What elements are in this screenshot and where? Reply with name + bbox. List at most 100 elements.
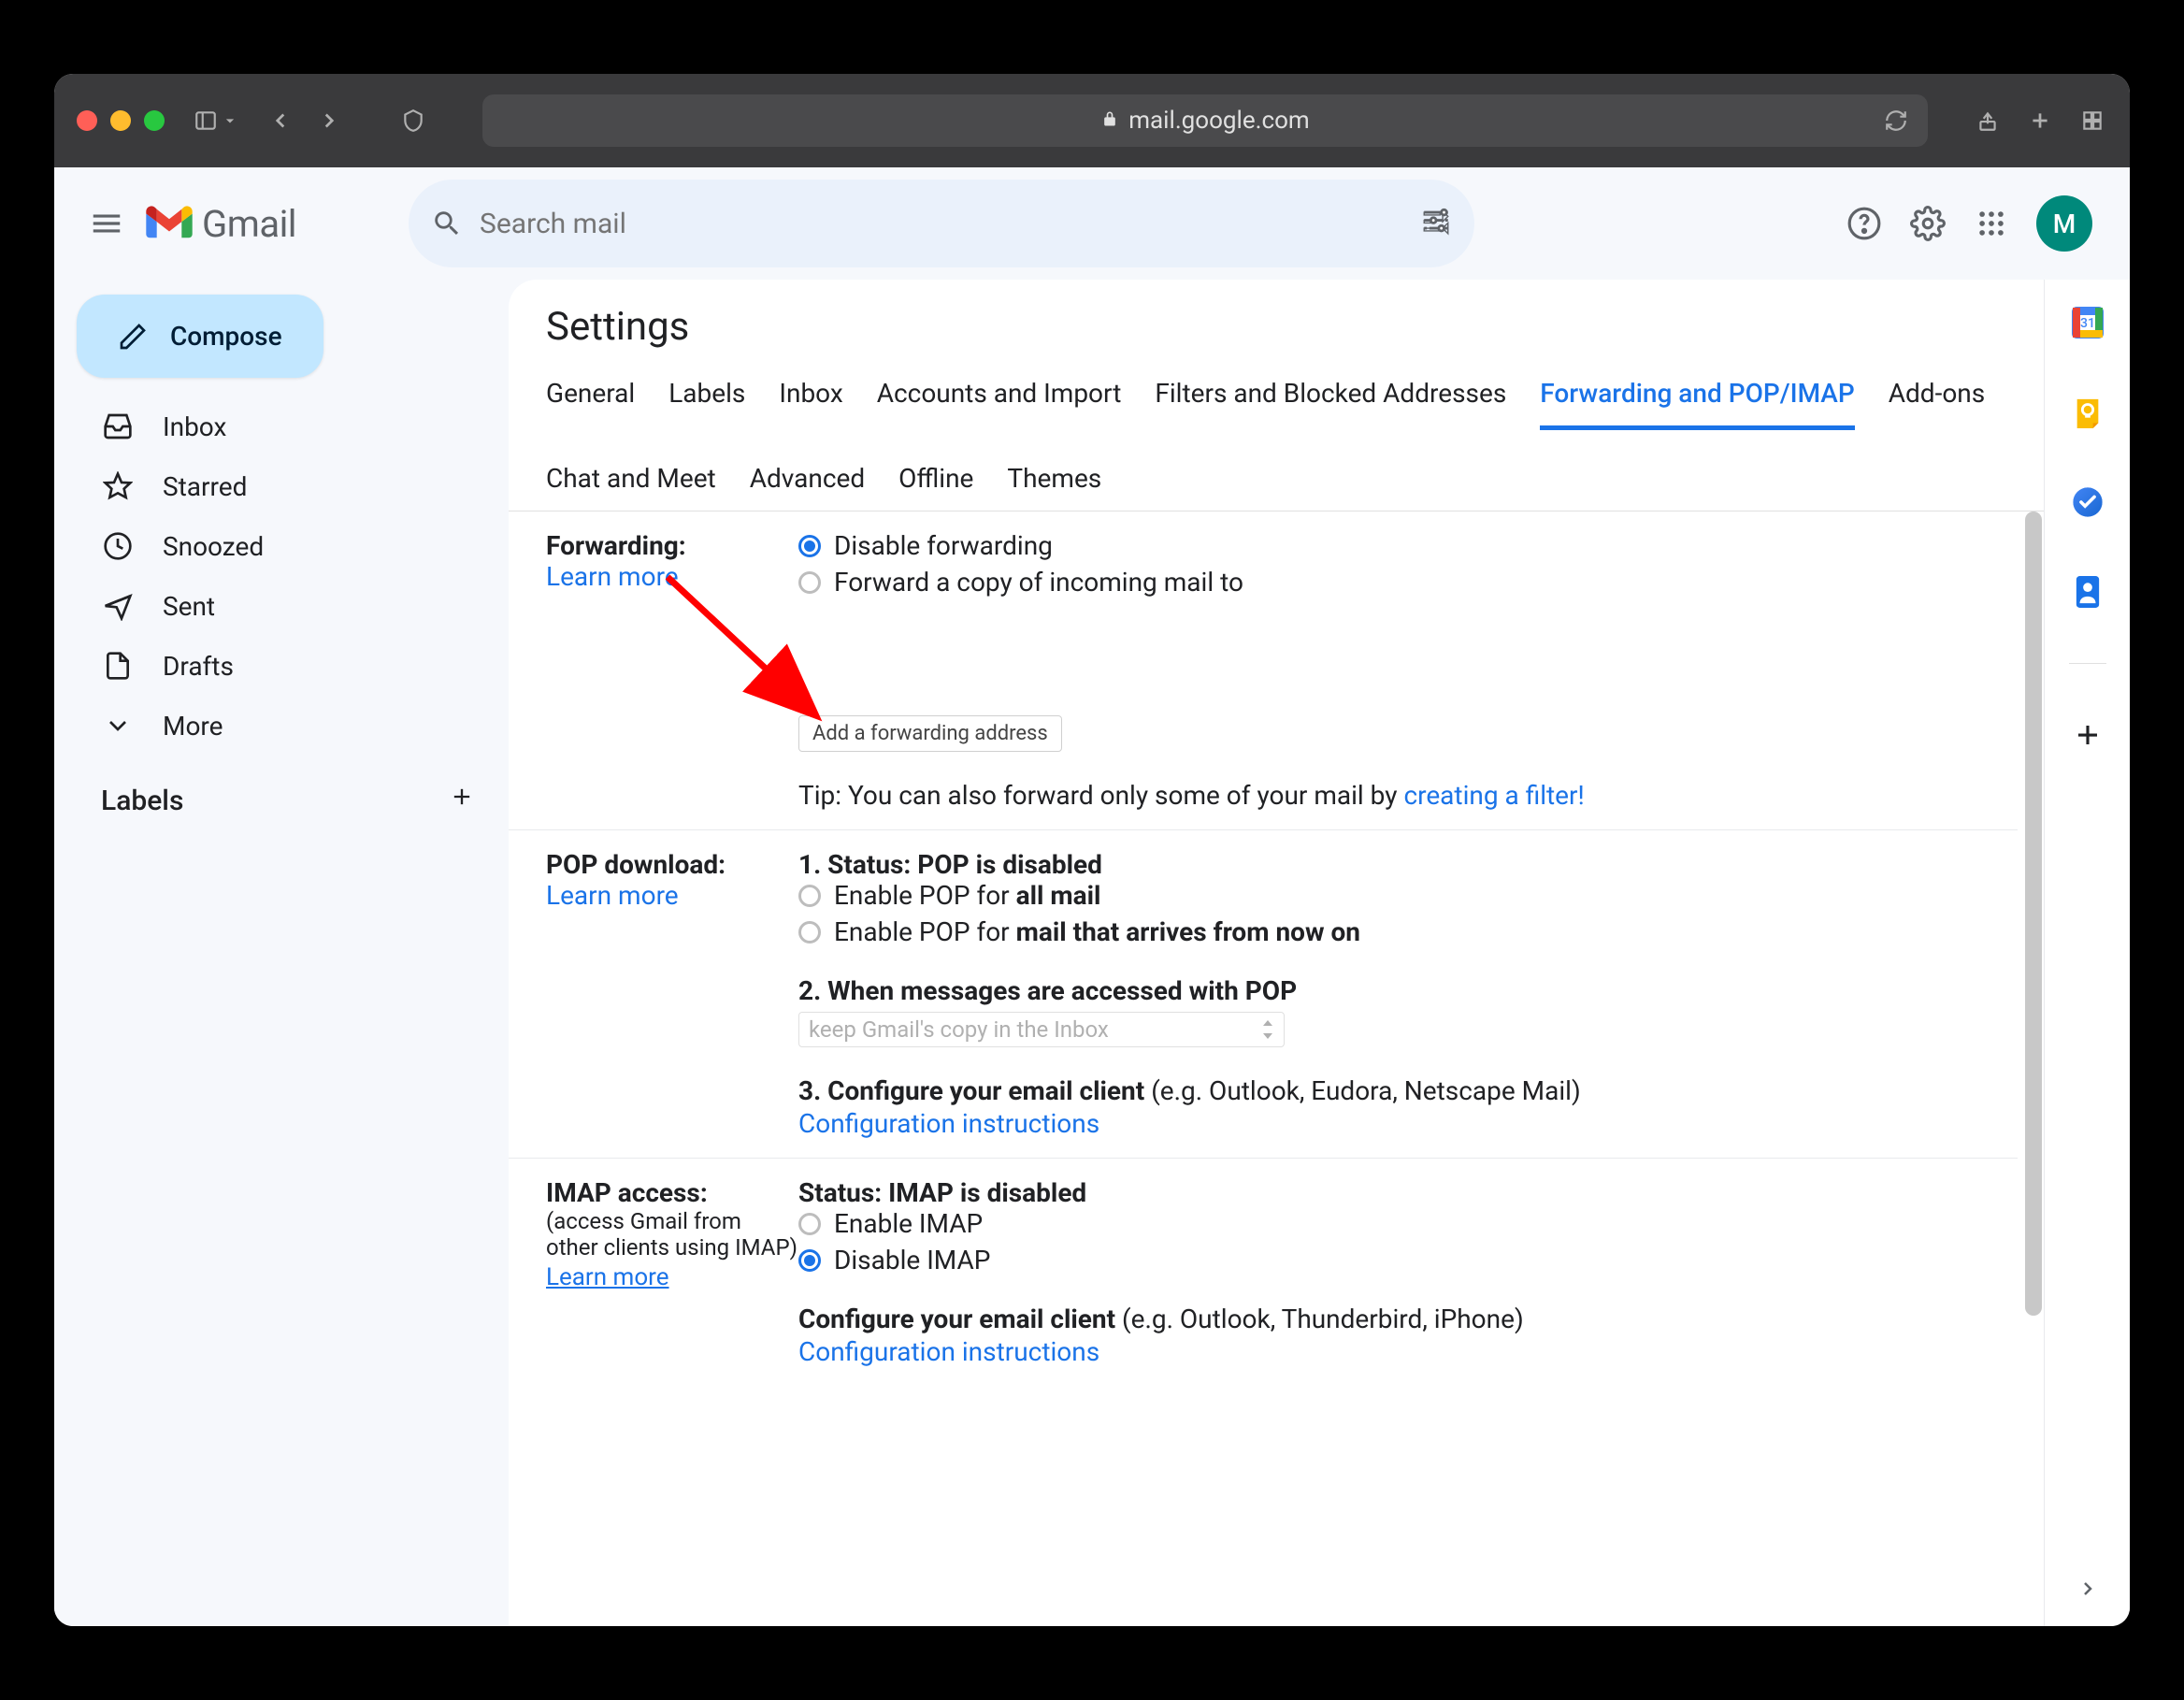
sidebar-item-inbox[interactable]: Inbox xyxy=(64,396,503,456)
share-icon[interactable] xyxy=(1973,106,2003,136)
pop-action-select[interactable]: keep Gmail's copy in the Inbox xyxy=(798,1012,1285,1047)
tab-inbox[interactable]: Inbox xyxy=(779,378,842,429)
tasks-app-icon[interactable] xyxy=(2069,483,2106,521)
minimize-window-button[interactable] xyxy=(110,110,131,131)
chevron-down-icon[interactable] xyxy=(221,106,239,136)
tab-overview-icon[interactable] xyxy=(2077,106,2107,136)
search-bar[interactable] xyxy=(409,180,1474,267)
radio-unchecked-icon xyxy=(798,921,821,944)
tab-filters[interactable]: Filters and Blocked Addresses xyxy=(1155,378,1506,429)
enable-imap-option[interactable]: Enable IMAP xyxy=(798,1208,1980,1239)
new-tab-icon[interactable] xyxy=(2025,106,2055,136)
imap-status-value: IMAP is disabled xyxy=(888,1177,1086,1208)
pop-config-link[interactable]: Configuration instructions xyxy=(798,1108,1980,1139)
disable-forwarding-option[interactable]: Disable forwarding xyxy=(798,530,1980,561)
calendar-app-icon[interactable]: 31 xyxy=(2069,304,2106,341)
imap-section-subtitle: (access Gmail from other clients using I… xyxy=(546,1208,798,1261)
sidebar-item-drafts[interactable]: Drafts xyxy=(64,636,503,696)
disable-imap-label: Disable IMAP xyxy=(834,1245,990,1275)
enable-pop-now-option[interactable]: Enable POP for mail that arrives from no… xyxy=(798,916,1980,947)
search-input[interactable] xyxy=(480,208,1452,240)
reload-icon[interactable] xyxy=(1881,106,1911,136)
enable-pop-all-prefix: Enable POP for xyxy=(834,880,1016,911)
radio-checked-icon xyxy=(798,535,821,557)
settings-gear-icon[interactable] xyxy=(1909,205,1947,242)
imap-configure-title: Configure your email client xyxy=(798,1304,1122,1334)
disable-forwarding-label: Disable forwarding xyxy=(834,530,1053,561)
pop-q3-suffix: (e.g. Outlook, Eudora, Netscape Mail) xyxy=(1151,1075,1581,1106)
settings-tabs: General Labels Inbox Accounts and Import… xyxy=(509,368,2044,511)
tab-labels[interactable]: Labels xyxy=(668,378,745,429)
add-app-icon[interactable] xyxy=(2069,716,2106,754)
sidebar-toggle-icon[interactable] xyxy=(191,106,221,136)
close-window-button[interactable] xyxy=(77,110,97,131)
tab-offline[interactable]: Offline xyxy=(898,463,973,511)
sidebar-item-starred[interactable]: Starred xyxy=(64,456,503,516)
labels-section-header: Labels xyxy=(64,756,503,827)
forwarding-section-title: Forwarding: xyxy=(546,530,686,561)
pop-section: POP download: Learn more 1. Status: POP … xyxy=(509,830,2018,1159)
enable-pop-now-prefix: Enable POP for xyxy=(834,916,1016,947)
tab-accounts[interactable]: Accounts and Import xyxy=(877,378,1122,429)
add-forwarding-address-button[interactable]: Add a forwarding address xyxy=(798,715,1062,752)
pop-status-value: POP is disabled xyxy=(917,849,1102,880)
search-icon xyxy=(431,208,463,239)
forward-button[interactable] xyxy=(314,106,344,136)
add-label-icon[interactable] xyxy=(449,784,475,817)
pencil-icon xyxy=(118,322,148,352)
tab-themes[interactable]: Themes xyxy=(1007,463,1101,511)
tip-prefix: Tip: You can also forward only some of y… xyxy=(798,780,1403,811)
help-icon[interactable] xyxy=(1846,205,1883,242)
sidebar-item-label: More xyxy=(163,711,223,742)
forwarding-tip: Tip: You can also forward only some of y… xyxy=(798,780,1980,811)
tab-advanced[interactable]: Advanced xyxy=(750,463,865,511)
forward-copy-option[interactable]: Forward a copy of incoming mail to xyxy=(798,567,1980,598)
right-side-panel: 31 xyxy=(2044,280,2130,1626)
imap-config-link[interactable]: Configuration instructions xyxy=(798,1336,1980,1367)
file-icon xyxy=(101,649,135,683)
clock-icon xyxy=(101,529,135,563)
tab-forwarding[interactable]: Forwarding and POP/IMAP xyxy=(1540,378,1854,430)
scrollbar[interactable] xyxy=(2023,511,2044,1386)
imap-status-line: Status: IMAP is disabled xyxy=(798,1177,1980,1208)
sidebar-item-snoozed[interactable]: Snoozed xyxy=(64,516,503,576)
imap-status-prefix: Status: xyxy=(798,1177,888,1208)
search-options-icon[interactable] xyxy=(1420,206,1452,241)
tab-chat[interactable]: Chat and Meet xyxy=(546,463,716,511)
compose-button[interactable]: Compose xyxy=(77,295,323,378)
hamburger-menu-icon[interactable] xyxy=(84,201,129,246)
disable-imap-option[interactable]: Disable IMAP xyxy=(798,1245,1980,1275)
apps-grid-icon[interactable] xyxy=(1973,205,2010,242)
pop-status-line: 1. Status: POP is disabled xyxy=(798,849,1980,880)
forward-copy-label: Forward a copy of incoming mail to xyxy=(834,567,1243,598)
imap-section: IMAP access: (access Gmail from other cl… xyxy=(509,1159,2018,1386)
avatar[interactable]: M xyxy=(2036,195,2092,252)
forwarding-learn-more[interactable]: Learn more xyxy=(546,561,798,592)
address-bar[interactable]: mail.google.com xyxy=(482,94,1928,147)
avatar-initial: M xyxy=(2053,209,2076,239)
imap-learn-more[interactable]: Learn more xyxy=(546,1263,669,1291)
create-filter-link[interactable]: creating a filter! xyxy=(1403,780,1584,811)
pop-learn-more[interactable]: Learn more xyxy=(546,880,798,911)
sidebar-item-label: Sent xyxy=(163,591,215,622)
header-right: M xyxy=(1846,195,2111,252)
sidebar-item-more[interactable]: More xyxy=(64,696,503,756)
maximize-window-button[interactable] xyxy=(144,110,165,131)
back-button[interactable] xyxy=(266,106,295,136)
imap-configure-suffix: (e.g. Outlook, Thunderbird, iPhone) xyxy=(1122,1304,1524,1334)
shield-icon[interactable] xyxy=(398,106,428,136)
pop-status-prefix: 1. Status: xyxy=(798,849,917,880)
contacts-app-icon[interactable] xyxy=(2069,573,2106,611)
gmail-logo-text: Gmail xyxy=(202,202,296,246)
gmail-logo[interactable]: Gmail xyxy=(146,202,296,246)
radio-unchecked-icon xyxy=(798,1213,821,1235)
enable-pop-now-bold: mail that arrives from now on xyxy=(1016,916,1360,947)
keep-app-icon[interactable] xyxy=(2069,394,2106,431)
labels-title: Labels xyxy=(101,785,183,817)
tab-general[interactable]: General xyxy=(546,378,635,429)
enable-pop-all-option[interactable]: Enable POP for all mail xyxy=(798,880,1980,911)
collapse-panel-icon[interactable] xyxy=(2069,1570,2106,1607)
sidebar-item-sent[interactable]: Sent xyxy=(64,576,503,636)
tab-addons[interactable]: Add-ons xyxy=(1889,378,1985,429)
browser-window: mail.google.com Gmail xyxy=(54,74,2130,1626)
